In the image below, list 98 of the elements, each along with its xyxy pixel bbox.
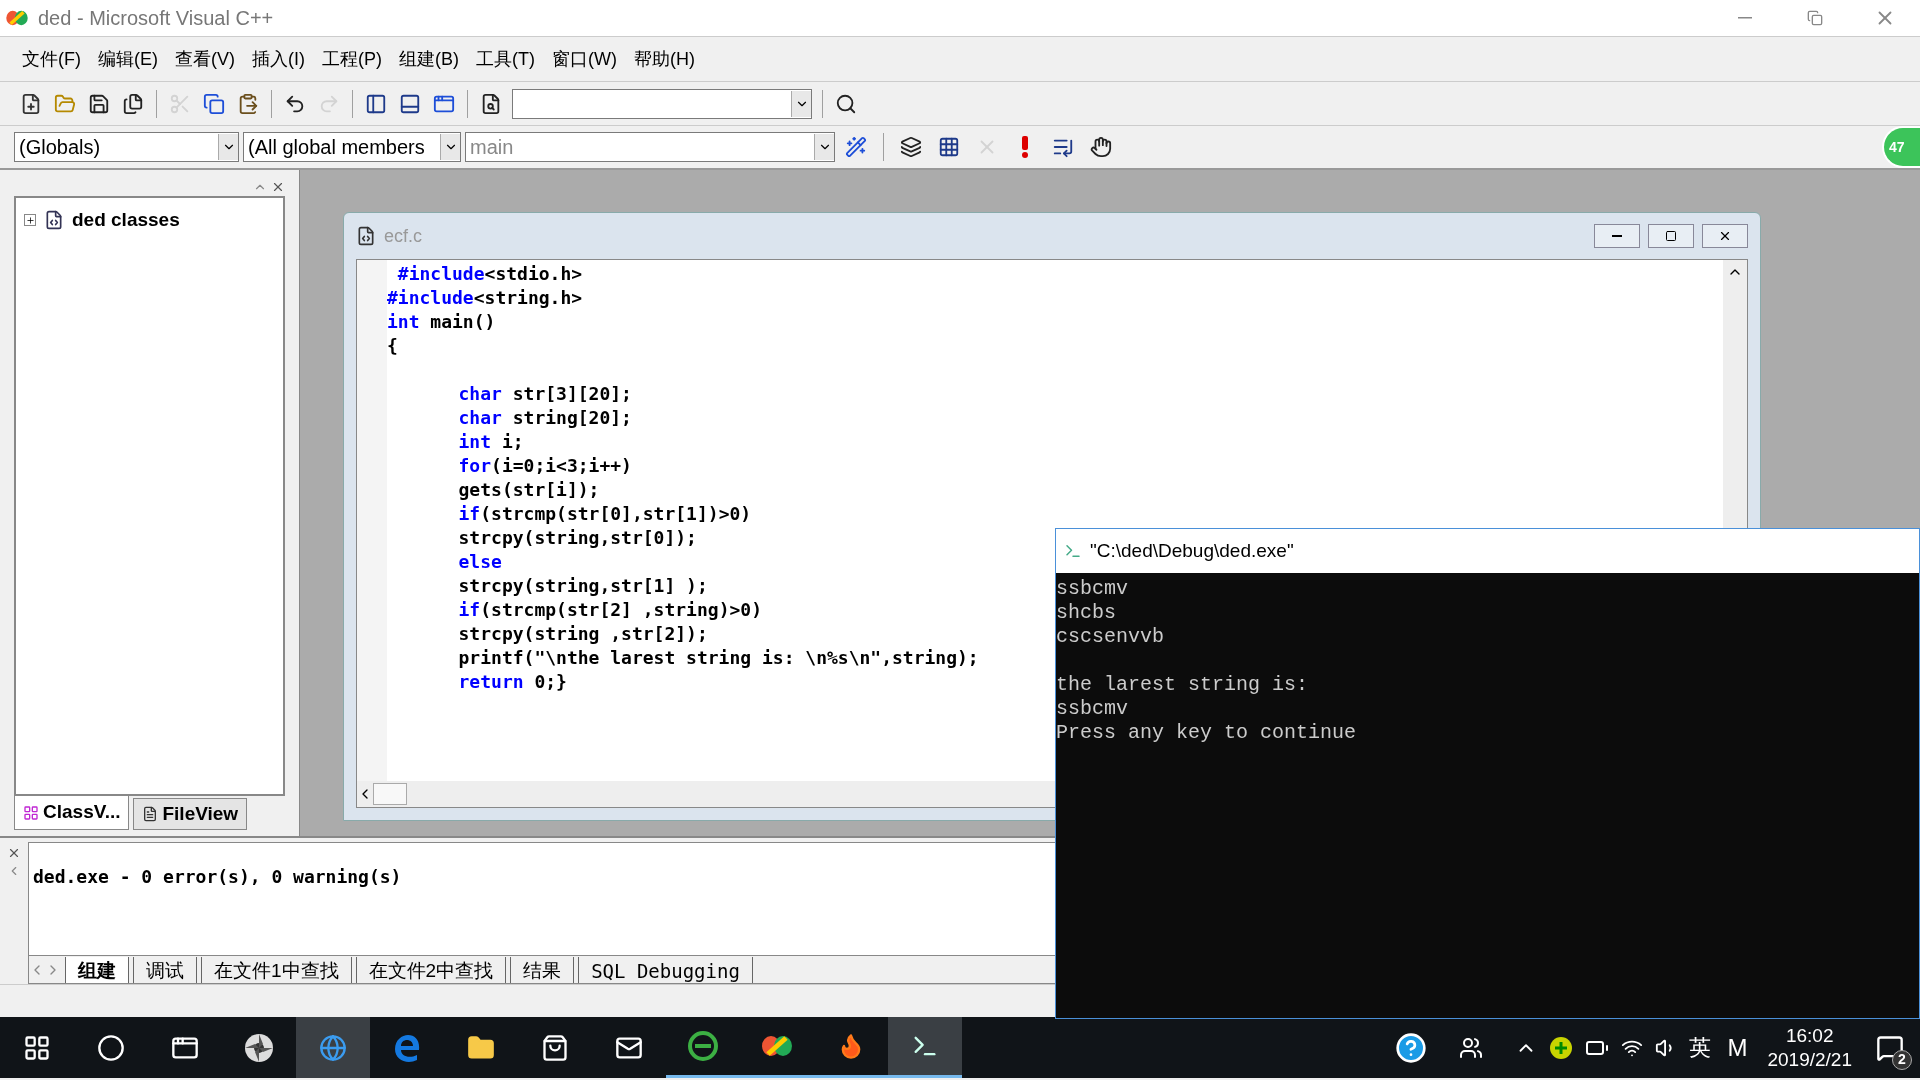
console-line: ssbcmv xyxy=(1056,577,1128,601)
help-icon[interactable] xyxy=(1395,1031,1428,1064)
ime-mode[interactable]: M xyxy=(1727,1029,1748,1066)
source-file-icon xyxy=(356,226,376,246)
exclamation-icon xyxy=(1021,136,1029,158)
notification-count: 2 xyxy=(1892,1049,1912,1070)
close-icon[interactable] xyxy=(271,180,285,194)
menu-item[interactable]: 文件(F) xyxy=(22,45,81,73)
output-tab[interactable]: SQL Debugging xyxy=(578,956,753,983)
output-tab[interactable]: 在文件1中查找 xyxy=(201,956,352,983)
code-line: int i; xyxy=(457,430,524,454)
wizard-icon xyxy=(845,136,867,158)
hand-icon xyxy=(1090,136,1112,158)
class-combo[interactable]: (Globals) xyxy=(14,132,239,162)
console-line: ssbcmv xyxy=(1056,697,1128,721)
build-message: ded.exe - 0 error(s), 0 warning(s) xyxy=(33,866,402,887)
code-line: gets(str[i]); xyxy=(457,478,600,502)
code-line: char string[20]; xyxy=(457,406,632,430)
globe-icon xyxy=(319,1033,347,1062)
code-line: #include<string.h> xyxy=(387,286,583,310)
build-icon xyxy=(938,136,960,158)
pinwheel-icon xyxy=(243,1031,275,1064)
menu-item[interactable]: 帮助(H) xyxy=(633,45,695,73)
class-view-icon xyxy=(23,804,39,821)
save-all-icon xyxy=(122,92,144,115)
code-line: for(i=0;i<3;i++) xyxy=(457,454,632,478)
notification-icon[interactable] xyxy=(1876,1033,1904,1062)
minimize-icon xyxy=(1612,235,1622,237)
minimize-icon xyxy=(1738,17,1752,19)
find-combo[interactable] xyxy=(512,88,812,119)
maximize-button[interactable] xyxy=(1648,224,1694,248)
close-icon xyxy=(1718,229,1732,243)
console-line: shcbs xyxy=(1056,601,1116,625)
menu-item[interactable]: 窗口(W) xyxy=(551,45,617,73)
clock[interactable]: 16:02 2019/2/21 xyxy=(1767,1023,1852,1072)
menu-item[interactable]: 工程(P) xyxy=(322,45,382,73)
menu-item[interactable]: 插入(I) xyxy=(252,45,305,73)
code-line: strcpy(string,str[0]); xyxy=(457,526,697,550)
code-line: else xyxy=(457,550,502,574)
console-icon xyxy=(1064,542,1082,560)
compile-icon xyxy=(900,136,922,158)
console-line: Press any key to continue xyxy=(1056,721,1357,745)
ime-indicator[interactable]: 英 xyxy=(1689,1031,1712,1064)
code-line: strcpy(string,str[1] ); xyxy=(457,574,708,598)
menu-item[interactable]: 编辑(E) xyxy=(98,45,158,73)
app-logo-icon xyxy=(4,8,30,28)
folder-icon xyxy=(467,1033,495,1062)
code-line: int main() xyxy=(387,310,496,334)
save-icon xyxy=(88,92,110,115)
output-tab[interactable]: 组建 xyxy=(65,956,129,983)
search-circle-icon xyxy=(97,1033,125,1062)
new-file-icon xyxy=(20,92,42,115)
code-line: #include<stdio.h> xyxy=(396,262,583,286)
menu-item[interactable]: 查看(V) xyxy=(175,45,235,73)
output-tab[interactable]: 结果 xyxy=(510,956,575,983)
code-line: return 0;} xyxy=(457,670,567,694)
copy-icon xyxy=(203,92,225,115)
file-view-icon xyxy=(142,806,159,822)
output-icon xyxy=(399,92,421,115)
code-line: char str[3][20]; xyxy=(457,382,632,406)
workspace-icon xyxy=(365,92,387,115)
output-tab[interactable]: 调试 xyxy=(133,956,197,983)
members-combo[interactable]: (All global members xyxy=(243,132,461,162)
scroll-thumb[interactable] xyxy=(373,783,407,805)
open-folder-icon xyxy=(54,92,76,115)
code-line: { xyxy=(387,334,398,358)
plus-circle-icon[interactable] xyxy=(1549,1035,1574,1060)
expand-toggle[interactable] xyxy=(24,214,36,227)
minimize-button[interactable] xyxy=(1594,224,1640,248)
find-in-files-icon xyxy=(480,92,502,115)
menu-item[interactable]: 工具(T) xyxy=(476,45,535,73)
output-tab[interactable]: 在文件2中查找 xyxy=(355,956,507,983)
classes-icon xyxy=(44,210,64,231)
edge-browser-icon xyxy=(392,1032,422,1063)
tree-item[interactable]: ded classes xyxy=(72,206,180,235)
maximize-icon xyxy=(1665,230,1677,242)
code-line: strcpy(string ,str[2]); xyxy=(457,622,708,646)
console-line: the larest string is: xyxy=(1056,673,1309,697)
window-title: ded - Microsoft Visual C++ xyxy=(38,6,274,31)
code-line: printf("\nthe larest string is: \n%s\n",string); xyxy=(457,646,979,670)
close-icon[interactable] xyxy=(7,846,21,860)
shopping-bag-icon xyxy=(541,1033,569,1062)
code-line: if(strcmp(str[0],str[1])>0) xyxy=(457,502,752,526)
people-icon[interactable] xyxy=(1459,1035,1484,1060)
workspace-tab[interactable]: ClassV... xyxy=(14,796,130,830)
menu-item[interactable]: 组建(B) xyxy=(399,45,459,73)
restore-icon xyxy=(1807,10,1823,26)
workspace-tab[interactable]: FileView xyxy=(133,798,248,830)
console-line: cscsenvvb xyxy=(1056,625,1165,649)
search-icon xyxy=(835,92,857,115)
function-combo[interactable]: main xyxy=(465,132,835,162)
editor-title: ecf.c xyxy=(384,224,422,248)
windows-logo-icon xyxy=(23,1033,51,1062)
console-title: "C:\ded\Debug\ded.exe" xyxy=(1090,538,1294,563)
close-button[interactable] xyxy=(1702,224,1748,248)
paste-icon xyxy=(237,92,259,115)
code-line: if(strcmp(str[2] ,string)>0) xyxy=(457,598,762,622)
scissors-icon xyxy=(169,92,191,115)
